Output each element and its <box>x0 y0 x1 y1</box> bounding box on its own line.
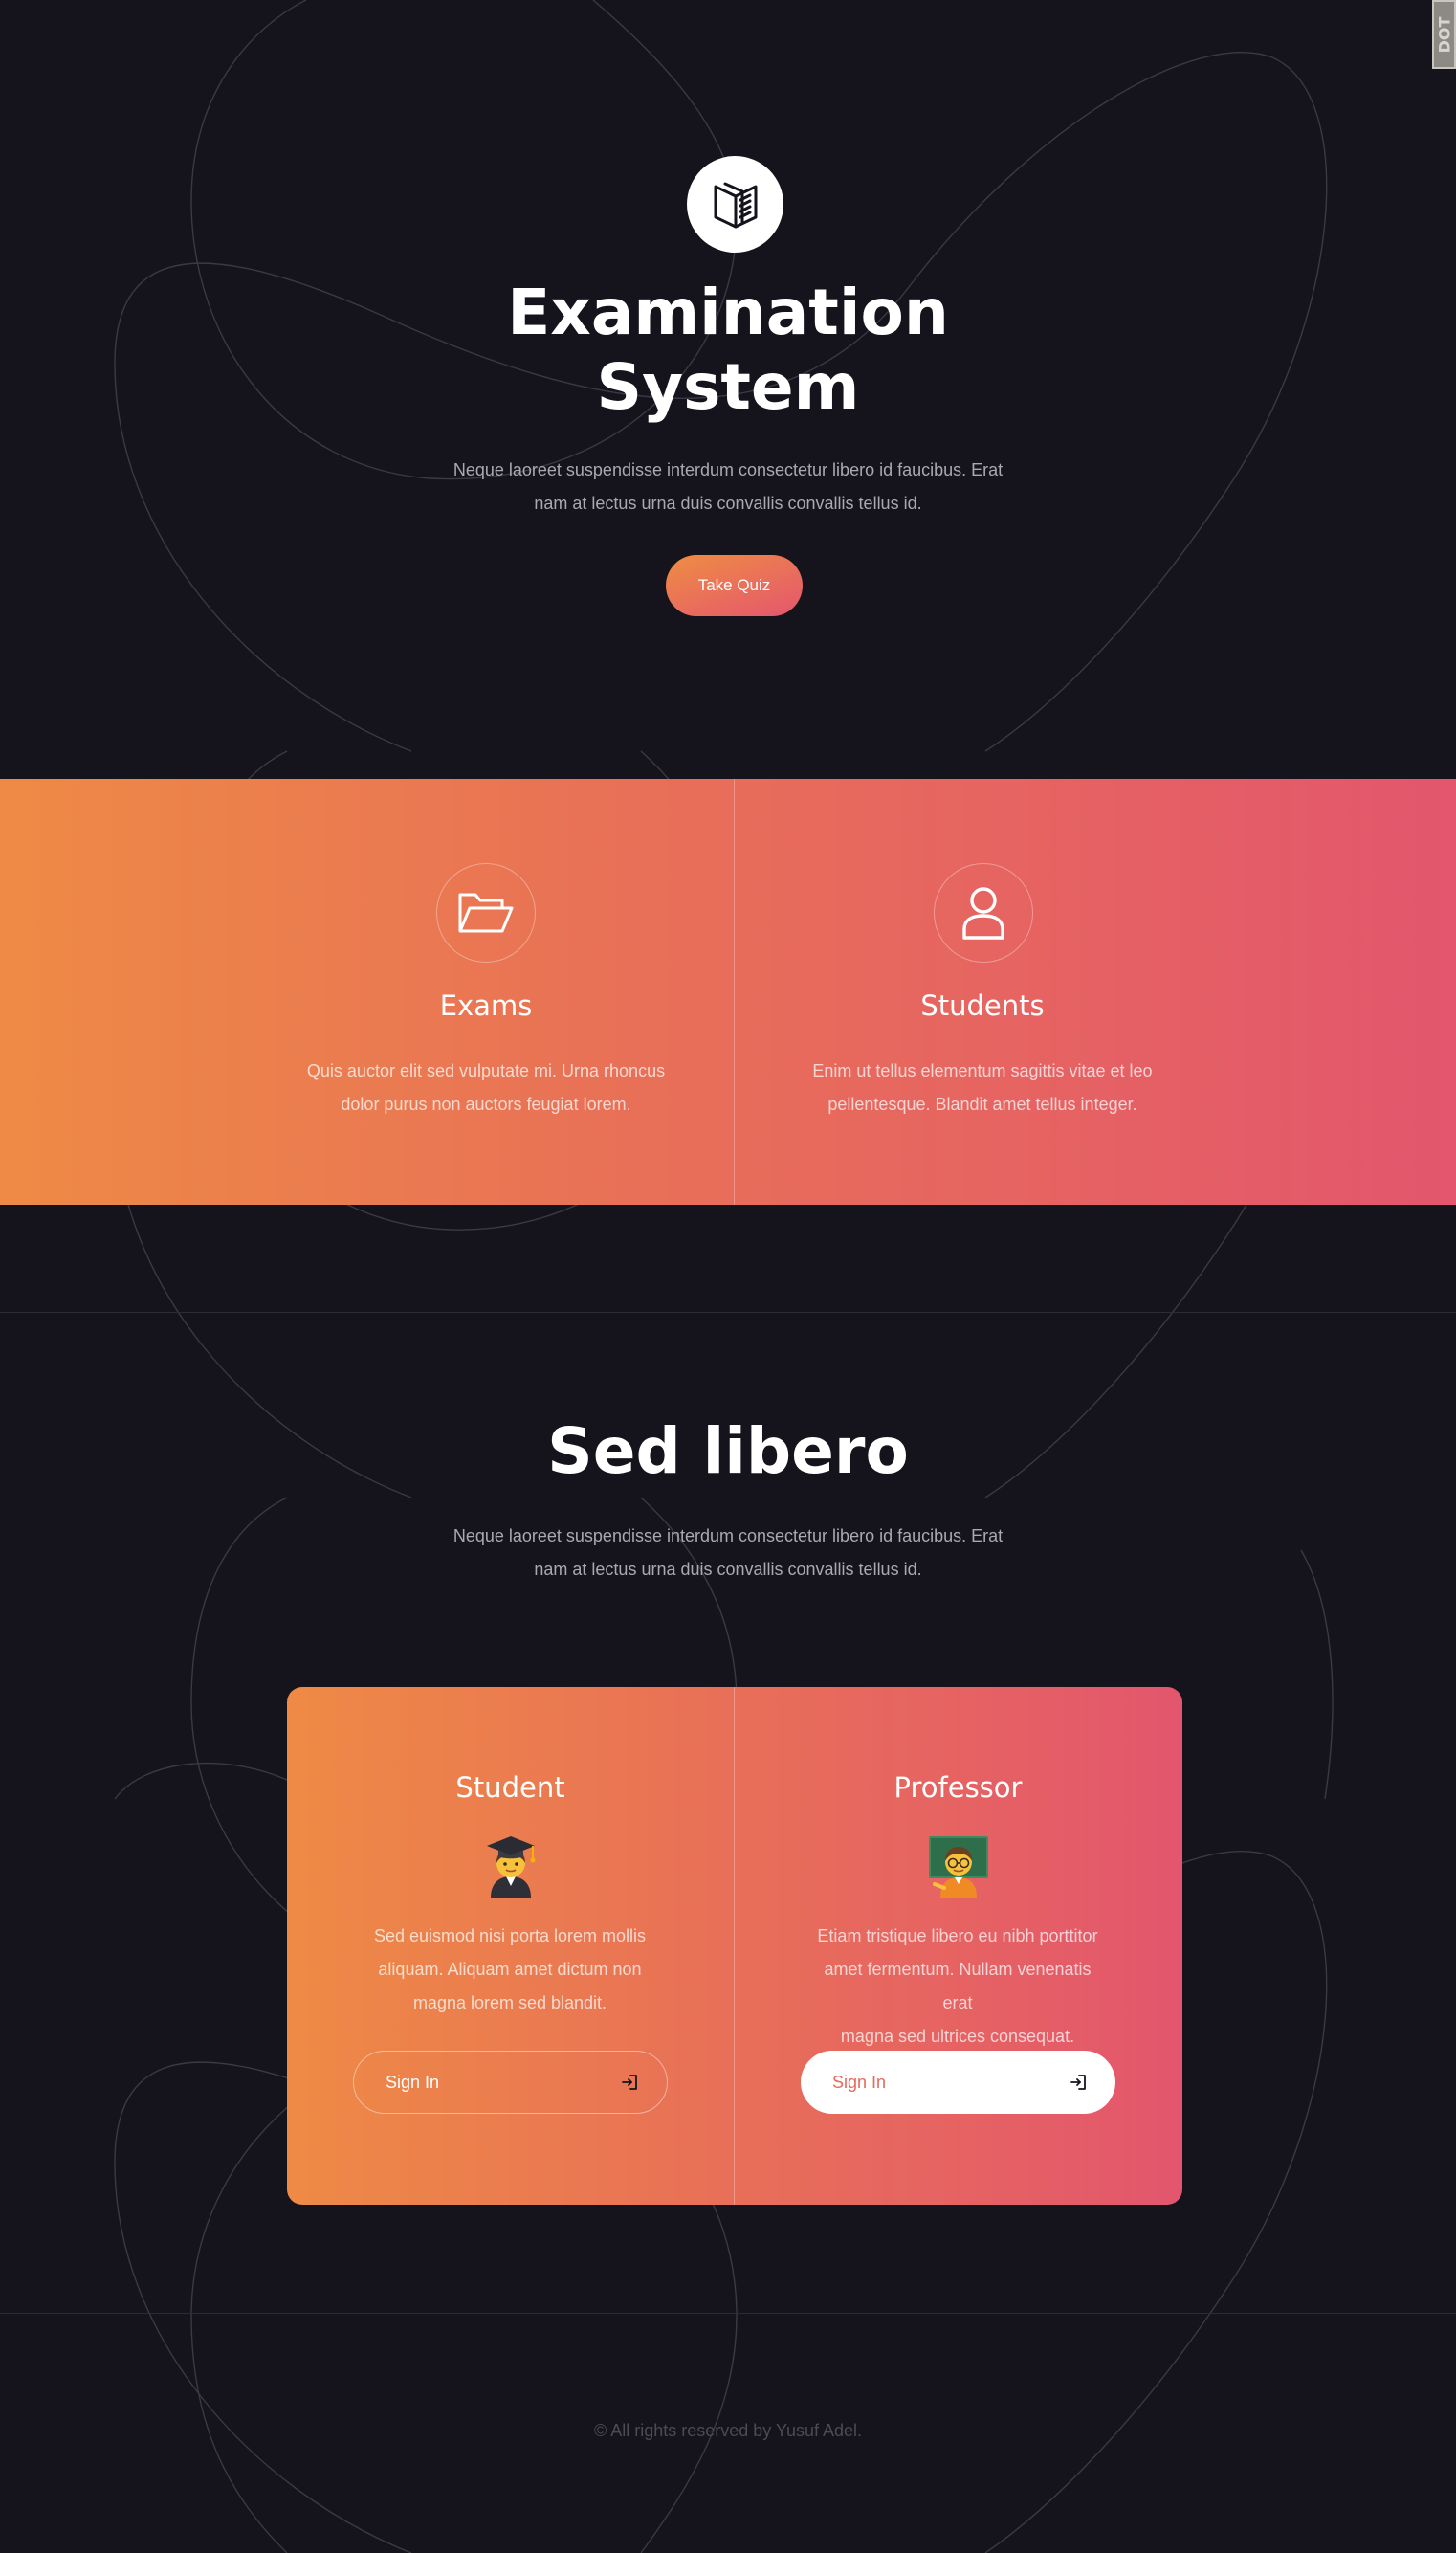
footer-divider <box>0 2313 1456 2314</box>
corner-badge: DOT <box>1432 0 1456 69</box>
sign-in-icon <box>622 2075 637 2090</box>
feature-text-line-2: pellentesque. Blandit amet tellus intege… <box>827 1095 1137 1114</box>
role-text-line-2: aliquam. Aliquam amet dictum non <box>378 1960 642 1979</box>
feature-text: Enim ut tellus elementum sagittis vitae … <box>791 1054 1174 1121</box>
feature-text-line-1: Enim ut tellus elementum sagittis vitae … <box>812 1061 1153 1080</box>
feature-text: Quis auctor elit sed vulputate mi. Urna … <box>295 1054 677 1121</box>
hero-description-line-2: nam at lectus urna duis convallis conval… <box>534 494 922 513</box>
corner-badge-label: DOT <box>1435 16 1454 53</box>
page-title: Examination System <box>345 276 1111 425</box>
page-title-line-1: Examination <box>507 276 949 349</box>
feature-icon-circle <box>934 863 1033 963</box>
folder-open-icon <box>458 893 514 933</box>
professor-sign-in-button[interactable]: Sign In <box>801 2051 1115 2114</box>
logo <box>687 156 783 253</box>
book-icon <box>714 182 757 228</box>
student-emoji <box>487 1836 536 1898</box>
section-title: Sed libero <box>547 1414 909 1488</box>
role-title: Student <box>455 1771 565 1804</box>
footer-copyright: © All rights reserved by Yusuf Adel. <box>593 2421 863 2440</box>
feature-exams: Exams Quis auctor elit sed vulputate mi.… <box>0 779 727 1205</box>
hero-section: Examination System Neque laoreet suspend… <box>0 0 1456 779</box>
take-quiz-button[interactable]: Take Quiz <box>666 555 803 616</box>
role-title: Professor <box>893 1771 1023 1804</box>
feature-students: Students Enim ut tellus elementum sagitt… <box>735 779 1456 1205</box>
role-text: Etiam tristique libero eu nibh porttitor… <box>814 1920 1101 2054</box>
role-text: Sed euismod nisi porta lorem mollis aliq… <box>366 1920 653 2020</box>
role-text-line-1: Etiam tristique libero eu nibh porttitor <box>817 1926 1098 1945</box>
role-student: Student Sed euismod nisi porta lorem mol… <box>287 1687 734 2205</box>
student-sign-in-button[interactable]: Sign In <box>353 2051 668 2114</box>
role-text-line-2: amet fermentum. Nullam venenatis erat <box>824 1960 1092 2012</box>
features-band: Exams Quis auctor elit sed vulputate mi.… <box>0 779 1456 1205</box>
role-text-line-3: magna sed ultrices consequat. <box>840 2027 1075 2046</box>
sign-in-card: Student Sed euismod nisi porta lorem mol… <box>287 1687 1182 2205</box>
section-description-line-2: nam at lectus urna duis convallis conval… <box>534 1560 922 1579</box>
feature-title: Students <box>920 989 1045 1022</box>
feature-icon-circle <box>436 863 536 963</box>
sign-in-icon <box>1070 2075 1086 2090</box>
page-title-line-2: System <box>596 350 860 424</box>
section-divider <box>0 1312 1456 1313</box>
role-text-line-1: Sed euismod nisi porta lorem mollis <box>373 1926 647 1945</box>
hero-description-line-1: Neque laoreet suspendisse interdum conse… <box>452 460 1004 479</box>
user-icon <box>962 887 1004 940</box>
hero-description: Neque laoreet suspendisse interdum conse… <box>441 454 1015 521</box>
feature-title: Exams <box>439 989 533 1022</box>
section-description: Neque laoreet suspendisse interdum conse… <box>441 1520 1015 1587</box>
feature-text-line-2: dolor purus non auctors feugiat lorem. <box>341 1095 631 1114</box>
teacher-emoji <box>929 1836 988 1898</box>
sign-in-label: Sign In <box>386 2072 440 2092</box>
role-text-line-3: magna lorem sed blandit. <box>412 1993 607 2012</box>
section-description-line-1: Neque laoreet suspendisse interdum conse… <box>452 1526 1004 1545</box>
sign-in-label: Sign In <box>832 2072 887 2092</box>
role-professor: Professor Etiam tristique libero eu nibh… <box>735 1687 1181 2205</box>
feature-text-line-1: Quis auctor elit sed vulputate mi. Urna … <box>306 1061 666 1080</box>
